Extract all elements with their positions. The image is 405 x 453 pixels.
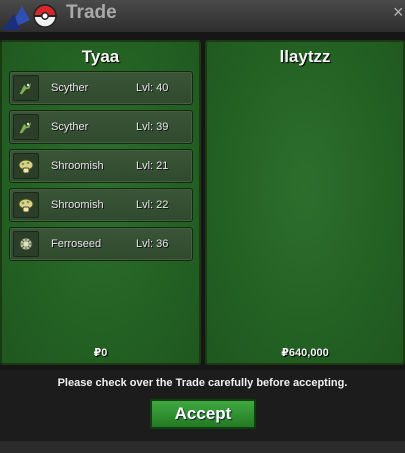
trade-notice: Please check over the Trade carefully be… xyxy=(57,377,348,389)
pokemon-name: Scyther xyxy=(51,82,89,94)
pokemon-level: Lvl: 36 xyxy=(136,238,169,250)
scyther-icon xyxy=(13,75,39,101)
pokemon-level: Lvl: 40 xyxy=(136,82,169,94)
my-player-name: Tyaa xyxy=(81,47,120,66)
title-bar: Trade × xyxy=(0,0,405,32)
pokemon-name: Scyther xyxy=(51,121,89,133)
pokemon-name: Shroomish xyxy=(51,160,104,172)
bottom-strip xyxy=(0,441,405,453)
list-item[interactable]: Scyther Lvl: 39 xyxy=(9,110,193,144)
partner-offer-panel: llaytzz ₽640,000 xyxy=(205,40,405,365)
pokemon-name: Ferroseed xyxy=(51,238,102,250)
shroomish-icon xyxy=(13,192,39,218)
list-item[interactable]: Shroomish Lvl: 22 xyxy=(9,188,193,222)
list-item[interactable]: Scyther Lvl: 40 xyxy=(9,71,193,105)
pokemon-level: Lvl: 22 xyxy=(136,199,169,211)
my-money-offer: ₽0 xyxy=(93,347,108,359)
ferroseed-icon xyxy=(13,231,39,257)
pokemon-level: Lvl: 39 xyxy=(136,121,169,133)
my-offer-panel: Tyaa Scyther Lvl: 40 Scyther Lvl: 39 Shr… xyxy=(0,40,201,365)
accept-button[interactable]: Accept xyxy=(150,399,256,429)
list-item[interactable]: Ferroseed Lvl: 36 xyxy=(9,227,193,261)
close-icon[interactable]: × xyxy=(393,2,405,22)
scyther-icon xyxy=(13,114,39,140)
list-item[interactable]: Shroomish Lvl: 21 xyxy=(9,149,193,183)
pokemon-name: Shroomish xyxy=(51,199,104,211)
partner-money-offer: ₽640,000 xyxy=(281,347,329,359)
pokemon-level: Lvl: 21 xyxy=(136,160,169,172)
pokeball-logo-icon xyxy=(2,4,57,30)
partner-player-name: llaytzz xyxy=(279,47,331,66)
shroomish-icon xyxy=(13,153,39,179)
window-title: Trade xyxy=(66,2,117,23)
offered-pokemon-list: Scyther Lvl: 40 Scyther Lvl: 39 Shroomis… xyxy=(9,71,193,266)
